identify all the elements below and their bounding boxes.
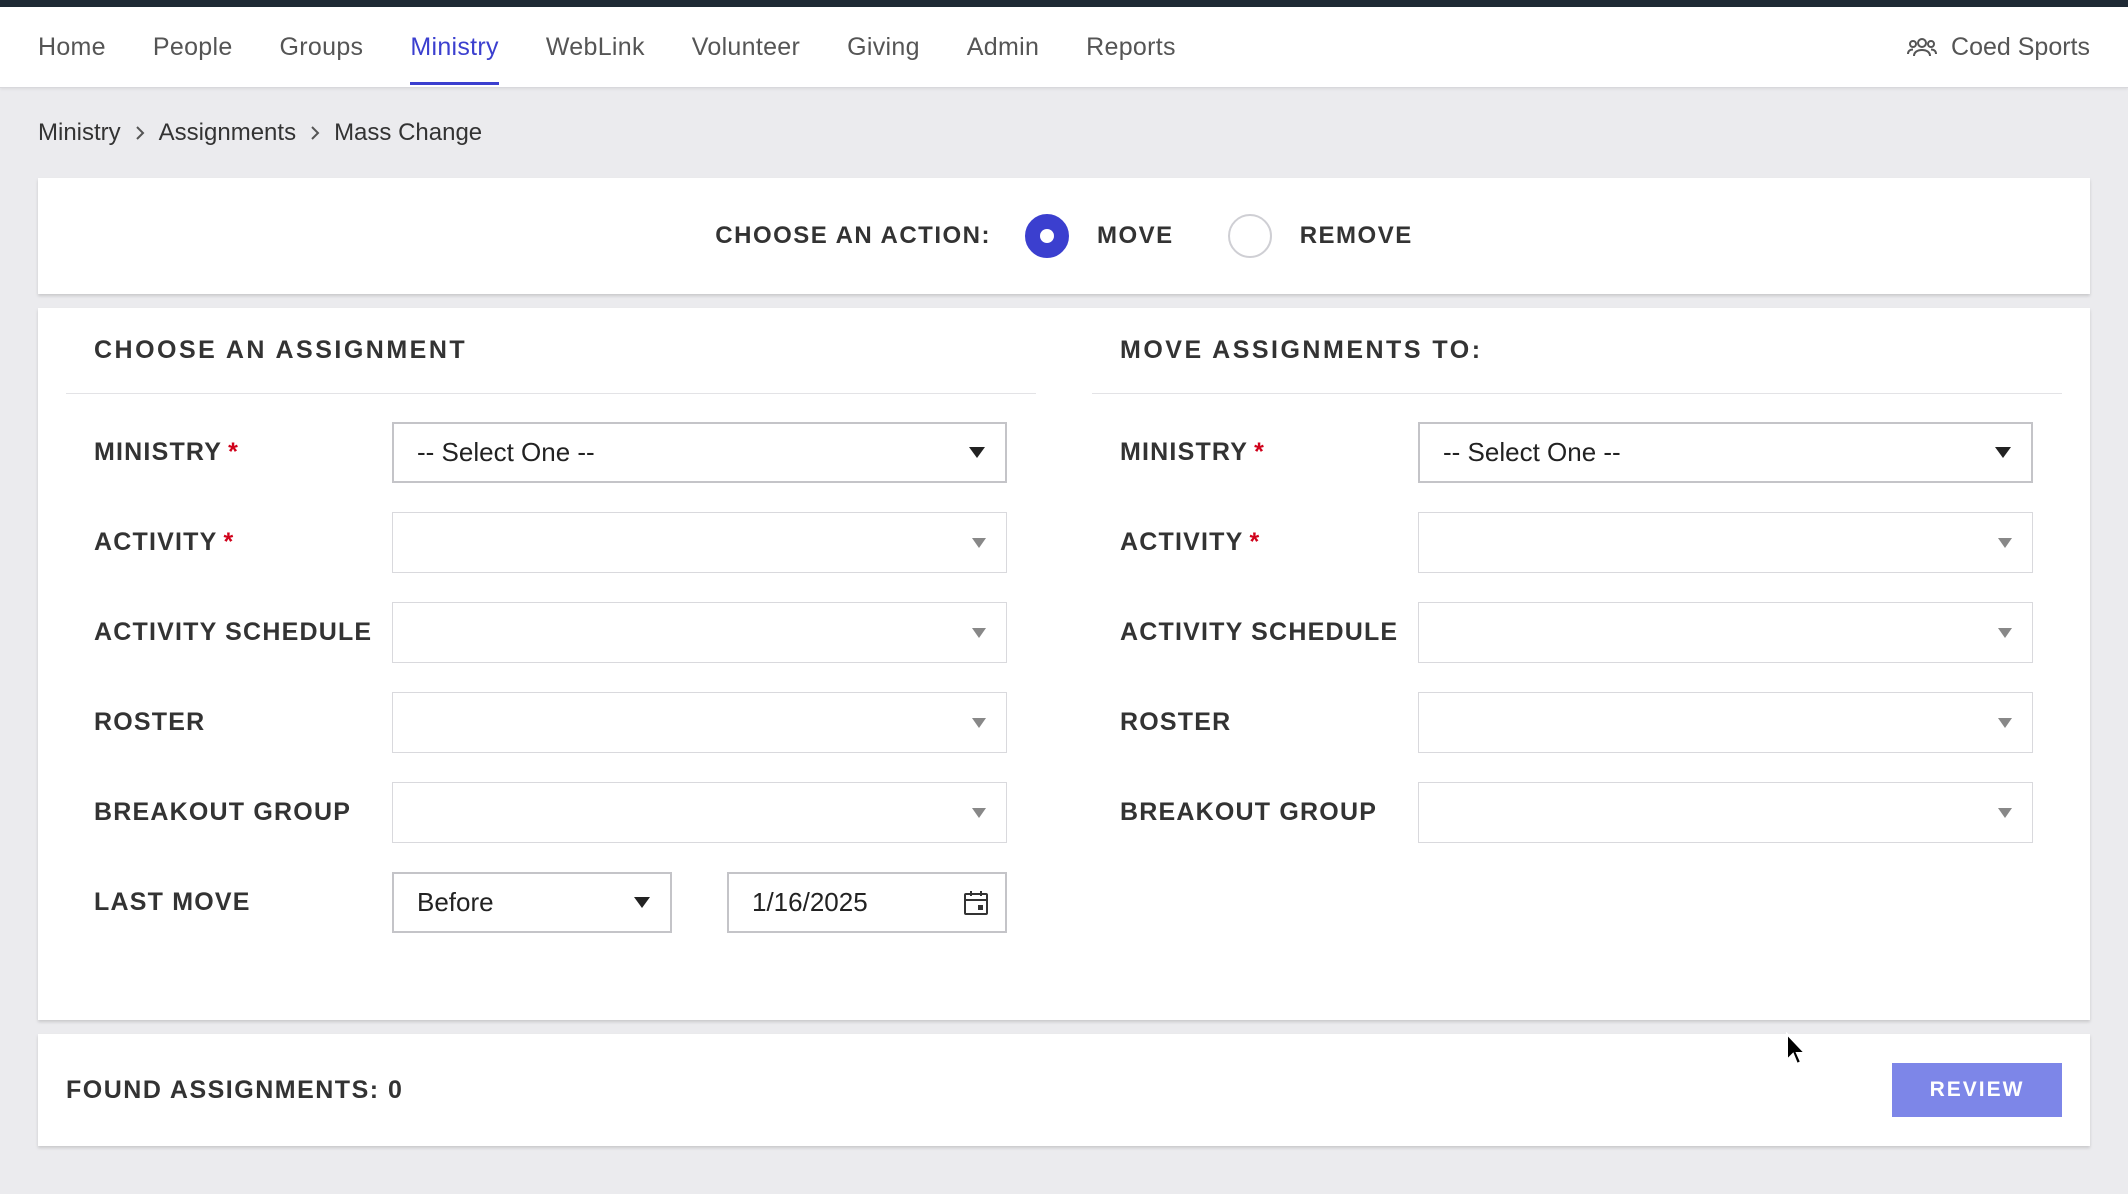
source-activity-row: ACTIVITY * [94,512,1008,573]
target-breakout-select[interactable] [1418,782,2033,843]
target-title: MOVE ASSIGNMENTS TO: [1092,308,2062,394]
required-marker: * [1254,438,1266,466]
source-roster-select[interactable] [392,692,1007,753]
people-group-icon [1907,38,1938,57]
target-breakout-label: BREAKOUT GROUP [1120,798,1378,826]
required-marker: * [228,438,240,466]
nav-weblink[interactable]: WebLink [546,7,645,87]
radio-move-label: MOVE [1097,222,1174,249]
mouse-cursor-icon [1786,1032,1808,1066]
assignment-form: CHOOSE AN ASSIGNMENT MINISTRY * -- Select… [38,308,2090,1020]
source-column: CHOOSE AN ASSIGNMENT MINISTRY * -- Select… [66,308,1036,1020]
calendar-icon[interactable] [963,890,989,916]
target-ministry-label: MINISTRY * [1120,438,1266,466]
radio-move[interactable]: MOVE [1025,214,1174,258]
target-breakout-row: BREAKOUT GROUP [1120,782,2034,843]
radio-move-control[interactable] [1025,214,1069,258]
source-schedule-label: ACTIVITY SCHEDULE [94,618,373,646]
found-card: FOUND ASSIGNMENTS: 0 REVIEW [38,1034,2090,1146]
target-ministry-select[interactable]: -- Select One -- [1418,422,2033,483]
breadcrumb-ministry[interactable]: Ministry [38,119,121,147]
review-button[interactable]: REVIEW [1892,1063,2062,1117]
caret-down-icon [634,897,650,908]
caret-down-icon [1998,807,2012,818]
radio-remove[interactable]: REMOVE [1227,214,1413,258]
source-activity-label: ACTIVITY * [94,528,235,556]
nav-giving[interactable]: Giving [847,7,920,87]
source-roster-label: ROSTER [94,708,206,736]
source-ministry-select[interactable]: -- Select One -- [392,422,1007,483]
target-roster-label: ROSTER [1120,708,1232,736]
source-activity-select[interactable] [392,512,1007,573]
caret-down-icon [969,447,985,458]
caret-down-icon [972,537,986,548]
chevron-right-icon [135,125,145,141]
source-last-move-row: LAST MOVE Before 1/16/2025 [94,872,1008,933]
breadcrumb-assignments[interactable]: Assignments [159,119,296,147]
last-move-label: LAST MOVE [94,888,251,916]
source-breakout-row: BREAKOUT GROUP [94,782,1008,843]
source-breakout-select[interactable] [392,782,1007,843]
chevron-right-icon [310,125,320,141]
nav-volunteer[interactable]: Volunteer [692,7,800,87]
source-breakout-label: BREAKOUT GROUP [94,798,352,826]
target-schedule-select[interactable] [1418,602,2033,663]
target-roster-select[interactable] [1418,692,2033,753]
source-schedule-row: ACTIVITY SCHEDULE [94,602,1008,663]
nav-groups[interactable]: Groups [280,7,364,87]
nav-admin[interactable]: Admin [967,7,1039,87]
source-ministry-label: MINISTRY * [94,438,240,466]
breadcrumb-mass-change: Mass Change [334,119,483,146]
source-title: CHOOSE AN ASSIGNMENT [66,308,1036,394]
source-roster-row: ROSTER [94,692,1008,753]
caret-down-icon [1998,627,2012,638]
action-card: CHOOSE AN ACTION: MOVE REMOVE [38,178,2090,294]
required-marker: * [223,528,235,556]
target-column: MOVE ASSIGNMENTS TO: MINISTRY * -- Select… [1092,308,2062,1020]
caret-down-icon [1995,447,2011,458]
target-activity-row: ACTIVITY * [1120,512,2034,573]
target-activity-select[interactable] [1418,512,2033,573]
caret-down-icon [972,627,986,638]
action-label: CHOOSE AN ACTION: [715,222,991,249]
nav-ministry[interactable]: Ministry [410,7,499,87]
top-strip [0,0,2128,7]
caret-down-icon [1998,537,2012,548]
target-ministry-row: MINISTRY * -- Select One -- [1120,422,2034,483]
last-move-operator-select[interactable]: Before [392,872,672,933]
main-nav: Home People Groups Ministry WebLink Volu… [0,7,2128,88]
found-assignments-count: FOUND ASSIGNMENTS: 0 [66,1075,404,1104]
nav-home[interactable]: Home [38,7,106,87]
last-move-date-input[interactable]: 1/16/2025 [727,872,1007,933]
source-ministry-row: MINISTRY * -- Select One -- [94,422,1008,483]
breadcrumb: Ministry Assignments Mass Change [0,88,2128,178]
target-schedule-row: ACTIVITY SCHEDULE [1120,602,2034,663]
required-marker: * [1249,528,1261,556]
nav-reports[interactable]: Reports [1086,7,1176,87]
radio-remove-label: REMOVE [1299,222,1413,249]
source-schedule-select[interactable] [392,602,1007,663]
caret-down-icon [972,807,986,818]
target-activity-label: ACTIVITY * [1120,528,1261,556]
target-roster-row: ROSTER [1120,692,2034,753]
org-switcher[interactable]: Coed Sports [1907,7,2090,87]
org-name: Coed Sports [1951,32,2090,61]
caret-down-icon [1998,717,2012,728]
radio-remove-control[interactable] [1227,214,1272,258]
caret-down-icon [972,717,986,728]
target-schedule-label: ACTIVITY SCHEDULE [1120,618,1399,646]
nav-people[interactable]: People [153,7,233,87]
